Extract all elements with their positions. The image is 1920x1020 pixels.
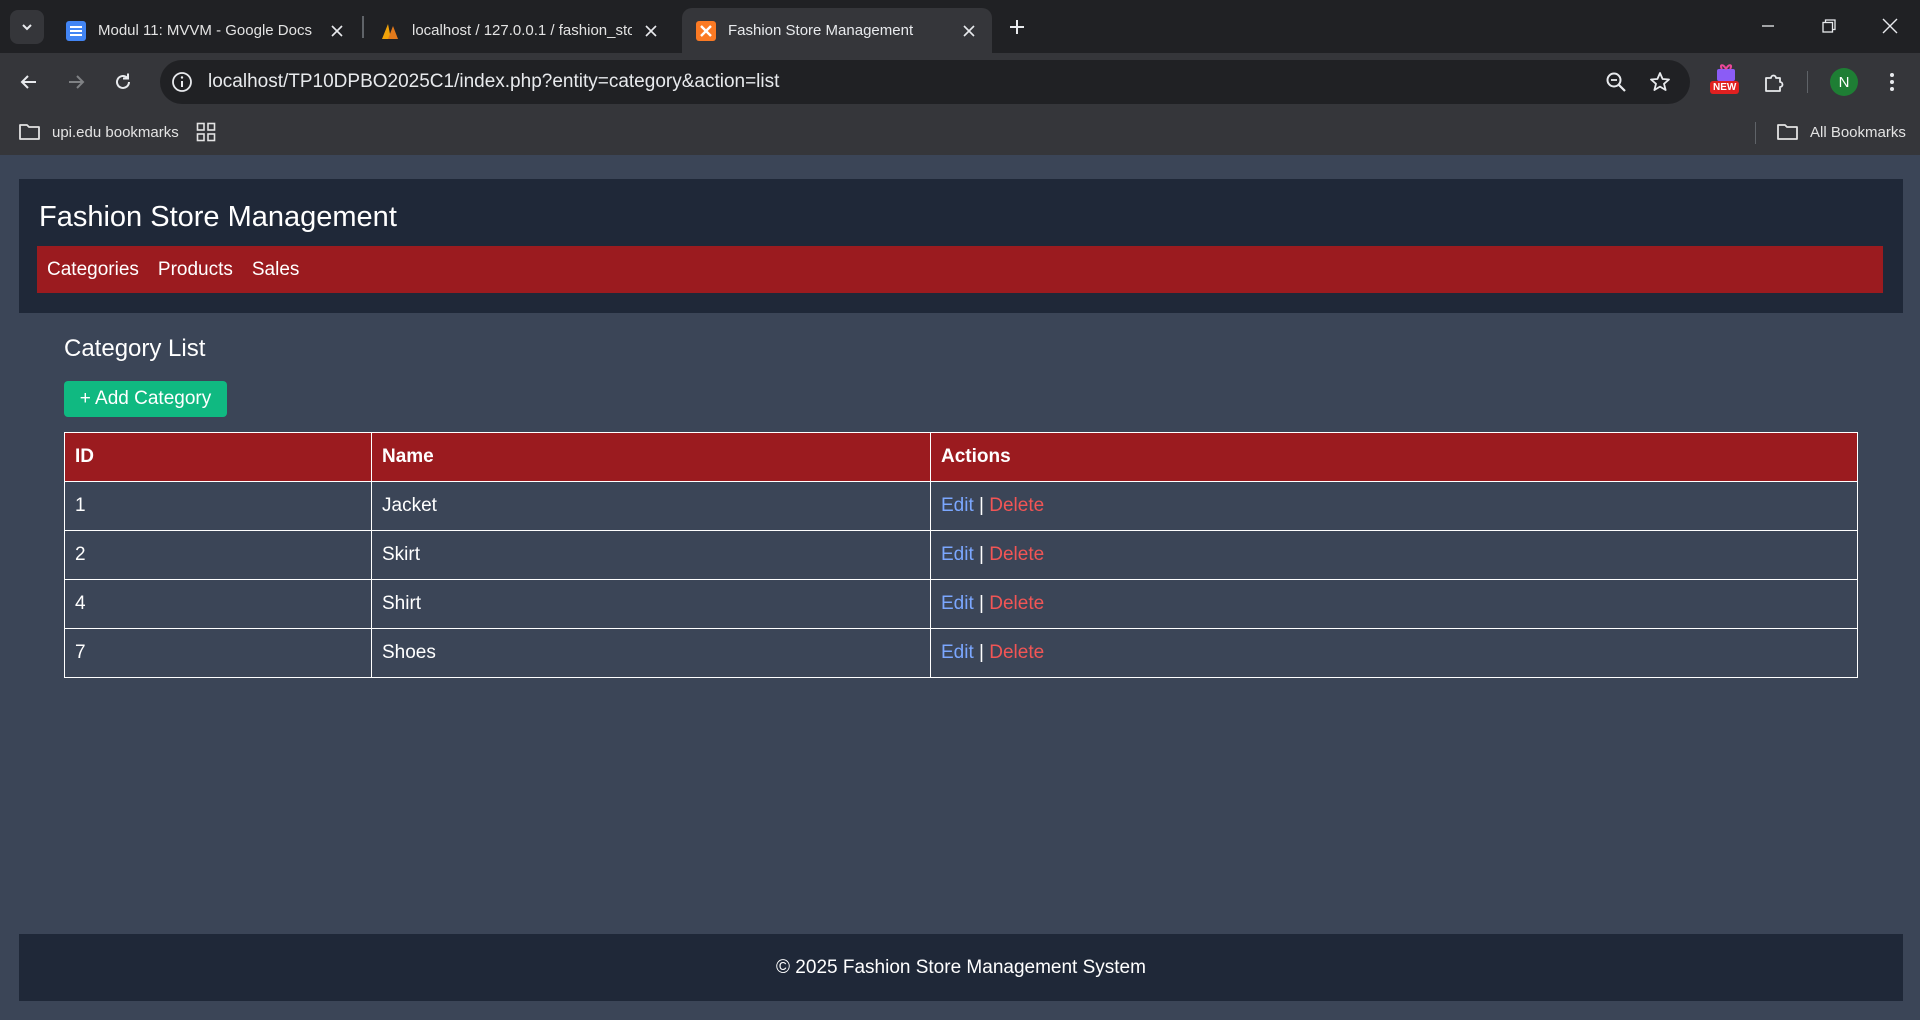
action-separator: | bbox=[979, 642, 984, 663]
reload-icon bbox=[116, 73, 130, 89]
restore-icon bbox=[1822, 19, 1836, 33]
google-docs-icon bbox=[66, 20, 86, 41]
table-header-row: ID Name Actions bbox=[64, 432, 1858, 482]
table-row: 2 Skirt Edit | Delete bbox=[64, 530, 1858, 580]
whats-new-button[interactable]: NEW bbox=[1708, 63, 1744, 99]
bookmarks-divider bbox=[1755, 122, 1756, 144]
zoom-icon[interactable] bbox=[1600, 66, 1632, 98]
cell-id: 4 bbox=[64, 579, 372, 629]
tab-fashion-store[interactable]: Fashion Store Management bbox=[682, 8, 992, 53]
nav-categories[interactable]: Categories bbox=[47, 259, 139, 281]
nav-products[interactable]: Products bbox=[158, 259, 233, 281]
all-bookmarks-button[interactable]: All Bookmarks bbox=[1776, 120, 1906, 144]
url-text: localhost/TP10DPBO2025C1/index.php?entit… bbox=[208, 71, 780, 92]
cell-id: 2 bbox=[64, 530, 372, 580]
page-header: Fashion Store Management Categories Prod… bbox=[19, 179, 1903, 313]
column-header-id: ID bbox=[64, 432, 372, 482]
tab-phpmyadmin[interactable]: localhost / 127.0.0.1 / fashion_stor bbox=[366, 8, 674, 53]
folder-icon bbox=[19, 124, 40, 140]
plus-icon bbox=[1010, 20, 1024, 34]
delete-link[interactable]: Delete bbox=[989, 642, 1044, 663]
minimize-icon bbox=[1762, 25, 1774, 27]
tab-search-button[interactable] bbox=[10, 10, 44, 44]
bookmark-label: upi.edu bookmarks bbox=[52, 123, 179, 141]
table-row: 7 Shoes Edit | Delete bbox=[64, 628, 1858, 678]
minimize-button[interactable] bbox=[1748, 6, 1788, 46]
reload-button[interactable] bbox=[105, 64, 141, 100]
cell-name: Jacket bbox=[371, 481, 931, 531]
column-header-name: Name bbox=[371, 432, 931, 482]
footer-text: © 2025 Fashion Store Management System bbox=[776, 956, 1146, 978]
browser-tab-strip: Modul 11: MVVM - Google Docs localhost /… bbox=[0, 0, 1920, 53]
extensions-button[interactable] bbox=[1758, 66, 1790, 98]
phpmyadmin-icon bbox=[380, 21, 400, 41]
tab-separator bbox=[362, 16, 364, 38]
browser-menu-button[interactable] bbox=[1876, 66, 1908, 98]
edit-link[interactable]: Edit bbox=[941, 593, 974, 614]
grid-icon bbox=[196, 122, 216, 142]
nav-sales[interactable]: Sales bbox=[252, 259, 300, 281]
back-button[interactable] bbox=[11, 64, 47, 100]
arrow-right-icon bbox=[69, 75, 85, 89]
action-separator: | bbox=[979, 544, 984, 565]
close-icon[interactable] bbox=[328, 22, 346, 40]
edit-link[interactable]: Edit bbox=[941, 642, 974, 663]
tab-title: Modul 11: MVVM - Google Docs bbox=[98, 22, 312, 39]
gift-icon bbox=[1717, 64, 1735, 81]
folder-icon bbox=[1777, 124, 1798, 140]
browser-toolbar: localhost/TP10DPBO2025C1/index.php?entit… bbox=[0, 53, 1920, 110]
new-badge: NEW bbox=[1710, 81, 1740, 94]
chevron-down-icon bbox=[22, 24, 32, 31]
close-icon bbox=[1882, 18, 1898, 34]
avatar: N bbox=[1830, 68, 1858, 96]
puzzle-icon bbox=[1765, 74, 1784, 92]
cell-name: Skirt bbox=[371, 530, 931, 580]
more-vert-icon bbox=[1890, 73, 1894, 91]
cell-id: 1 bbox=[64, 481, 372, 531]
table-row: 4 Shirt Edit | Delete bbox=[64, 579, 1858, 629]
edit-link[interactable]: Edit bbox=[941, 495, 974, 516]
new-tab-button[interactable] bbox=[1003, 13, 1031, 41]
cell-actions: Edit | Delete bbox=[930, 530, 1858, 580]
close-window-button[interactable] bbox=[1870, 6, 1910, 46]
delete-link[interactable]: Delete bbox=[989, 495, 1044, 516]
main-nav: Categories Products Sales bbox=[37, 246, 1883, 293]
page-footer: © 2025 Fashion Store Management System bbox=[19, 934, 1903, 1001]
cell-id: 7 bbox=[64, 628, 372, 678]
bookmark-star-icon[interactable] bbox=[1644, 66, 1676, 98]
cell-actions: Edit | Delete bbox=[930, 579, 1858, 629]
action-separator: | bbox=[979, 593, 984, 614]
profile-button[interactable]: N bbox=[1828, 66, 1860, 98]
cell-name: Shirt bbox=[371, 579, 931, 629]
address-bar[interactable]: localhost/TP10DPBO2025C1/index.php?entit… bbox=[160, 60, 1690, 104]
tab-google-docs[interactable]: Modul 11: MVVM - Google Docs bbox=[52, 8, 360, 53]
tab-title: Fashion Store Management bbox=[728, 22, 914, 39]
forward-button[interactable] bbox=[58, 64, 94, 100]
action-separator: | bbox=[979, 495, 984, 516]
category-table: ID Name Actions 1 Jacket Edit | Delete 2… bbox=[64, 432, 1858, 678]
toolbar-divider bbox=[1807, 71, 1808, 93]
section-title: Category List bbox=[64, 335, 206, 362]
arrow-left-icon bbox=[20, 75, 36, 89]
cell-actions: Edit | Delete bbox=[930, 628, 1858, 678]
add-category-button[interactable]: + Add Category bbox=[64, 381, 227, 417]
edit-link[interactable]: Edit bbox=[941, 544, 974, 565]
tab-title: localhost / 127.0.0.1 / fashion_stor bbox=[412, 22, 632, 39]
delete-link[interactable]: Delete bbox=[989, 544, 1044, 565]
table-row: 1 Jacket Edit | Delete bbox=[64, 481, 1858, 531]
cell-actions: Edit | Delete bbox=[930, 481, 1858, 531]
close-icon[interactable] bbox=[642, 22, 660, 40]
app-title: Fashion Store Management bbox=[39, 201, 397, 233]
cell-name: Shoes bbox=[371, 628, 931, 678]
site-info-icon[interactable] bbox=[170, 70, 194, 94]
column-header-actions: Actions bbox=[930, 432, 1858, 482]
delete-link[interactable]: Delete bbox=[989, 593, 1044, 614]
xampp-icon bbox=[696, 20, 716, 41]
bookmarks-bar: upi.edu bookmarks All Bookmarks bbox=[0, 110, 1920, 155]
restore-button[interactable] bbox=[1809, 6, 1849, 46]
bookmark-folder-upi[interactable]: upi.edu bookmarks bbox=[18, 120, 179, 144]
apps-button[interactable] bbox=[196, 120, 216, 144]
close-icon[interactable] bbox=[960, 22, 978, 40]
bookmark-label: All Bookmarks bbox=[1810, 123, 1906, 141]
